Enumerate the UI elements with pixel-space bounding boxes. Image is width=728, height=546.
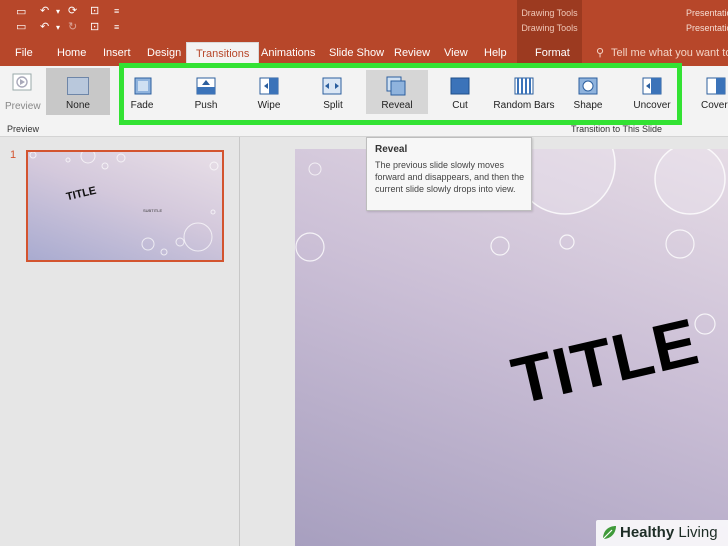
thumbnail-subtitle: SUBTITLE: [143, 208, 163, 213]
none-label: None: [66, 100, 90, 111]
watermark-brand: Healthy: [620, 524, 675, 541]
preview-group-label: Preview: [7, 124, 40, 134]
save-icon[interactable]: ▭: [16, 22, 28, 33]
tab-home[interactable]: Home: [57, 44, 86, 66]
cover-icon[interactable]: [705, 75, 727, 97]
watermark-text: Healthy Living: [620, 524, 718, 541]
transition-cover[interactable]: Cover: [701, 100, 728, 111]
customize-qat-icon[interactable]: ≡: [114, 22, 126, 33]
dropdown-icon[interactable]: ▾: [56, 22, 68, 33]
window-title: Presentatio: [686, 23, 728, 33]
tab-file[interactable]: File: [15, 44, 33, 66]
thumbnail-droplets: [29, 152, 219, 256]
undo-icon[interactable]: ↶: [40, 22, 52, 33]
tell-me-search[interactable]: Tell me what you want to do: [611, 47, 728, 59]
redo-icon[interactable]: ↻: [68, 22, 80, 33]
transitions-highlight-box: [119, 63, 682, 125]
lightbulb-icon: ⚲: [596, 47, 605, 59]
preview-button[interactable]: Preview: [4, 70, 41, 116]
none-thumbnail: [67, 77, 89, 95]
repeat-icon[interactable]: ⟳: [68, 6, 80, 17]
healthy-living-watermark: Healthy Living: [596, 520, 728, 546]
drawing-tools-label: Drawing Tools: [521, 8, 578, 18]
undo-icon[interactable]: ↶: [40, 6, 52, 17]
drawing-tools-label: Drawing Tools: [521, 23, 578, 33]
window-title: Presentatio: [686, 8, 728, 18]
dropdown-icon[interactable]: ▾: [56, 6, 68, 17]
leaf-logo-icon: [602, 526, 616, 540]
tooltip-title: Reveal: [375, 144, 408, 155]
tell-me-text: Tell me what you want to do: [611, 47, 728, 59]
customize-qat-icon[interactable]: ≡: [114, 6, 126, 17]
from-beginning-icon[interactable]: ⊡: [90, 6, 102, 17]
watermark-brand-2: Living: [678, 524, 718, 541]
preview-label: Preview: [5, 101, 41, 112]
reveal-tooltip: Reveal The previous slide slowly moves f…: [366, 137, 532, 211]
title-bar: ▭ ↶ ▾ ⟳ ⊡ ≡ ▭ ↶ ▾ ↻ ⊡ ≡ Drawing Tools Dr…: [0, 0, 728, 66]
slide-thumbnail[interactable]: TITLE SUBTITLE: [26, 150, 224, 262]
from-beginning-icon[interactable]: ⊡: [90, 22, 102, 33]
tooltip-body: The previous slide slowly moves forward …: [375, 160, 525, 194]
transition-group-label: Transition to This Slide: [571, 124, 663, 134]
slide-number: 1: [10, 149, 17, 161]
preview-icon: [12, 73, 32, 91]
save-icon[interactable]: ▭: [16, 7, 28, 18]
transition-none[interactable]: None: [46, 68, 110, 115]
